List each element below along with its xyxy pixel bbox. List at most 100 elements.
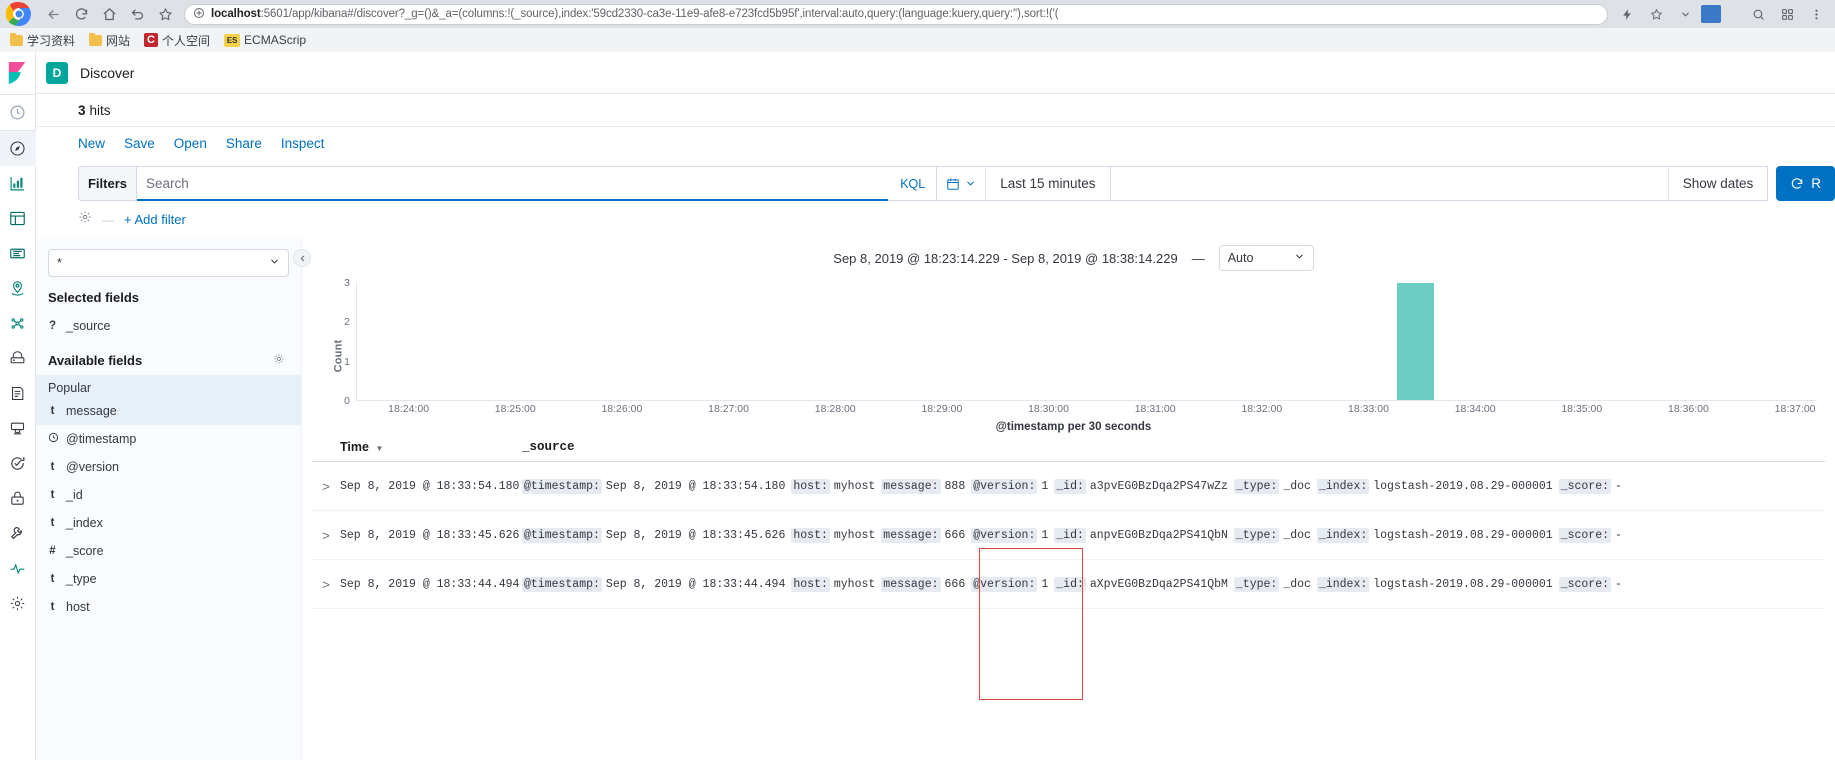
lightning-icon[interactable]: [1614, 2, 1640, 26]
field-item-score[interactable]: # _score: [36, 537, 301, 565]
bookmark-item[interactable]: 网站: [89, 32, 130, 49]
kv-value: myhost: [833, 479, 876, 493]
bookmarks-bar: 学习资料 网站 C 个人空间 ES ECMAScrip: [0, 28, 1835, 52]
collapse-sidebar-button[interactable]: [293, 249, 311, 267]
kv-pair: _id: a3pvEG0BzDqa2PS47wZz: [1054, 478, 1228, 494]
selected-fields-title: Selected fields: [48, 290, 140, 305]
discover-app-badge: D: [46, 61, 68, 84]
reload-icon[interactable]: [68, 2, 94, 26]
expand-row-icon[interactable]: >: [312, 577, 340, 592]
query-bar: Filters KQL Last 15 minutes Show dates: [36, 160, 1835, 201]
search-field-wrapper: KQL: [136, 166, 938, 201]
show-dates-button[interactable]: Show dates: [1667, 167, 1768, 200]
address-bar[interactable]: localhost:5601/app/kibana#/discover?_g=(…: [184, 3, 1608, 25]
recently-viewed-icon[interactable]: [0, 95, 36, 130]
field-item-source[interactable]: ? _source: [36, 312, 301, 340]
search-icon[interactable]: [1745, 2, 1771, 26]
kv-pair: _index: logstash-2019.08.29-000001: [1316, 576, 1553, 592]
field-item-message[interactable]: t message: [36, 397, 301, 425]
csdn-icon: C: [144, 33, 159, 47]
interval-select[interactable]: Auto: [1218, 245, 1314, 271]
kv-key: @version:: [971, 478, 1038, 494]
gear-icon[interactable]: [78, 210, 92, 229]
sidebar-item-dashboard[interactable]: [0, 201, 36, 236]
sidebar-item-dev-tools[interactable]: [0, 516, 36, 551]
sidebar-item-logs[interactable]: [0, 376, 36, 411]
sidebar-item-infrastructure[interactable]: [0, 341, 36, 376]
field-settings-gear-icon[interactable]: [273, 353, 285, 368]
add-filter-link[interactable]: + Add filter: [124, 212, 186, 227]
bookmark-star-icon[interactable]: [152, 2, 178, 26]
kql-toggle[interactable]: KQL: [889, 177, 936, 191]
plot-area: [356, 283, 1817, 401]
kv-pair: @version: 1: [971, 576, 1049, 592]
home-icon[interactable]: [96, 2, 122, 26]
filters-button[interactable]: Filters: [78, 166, 136, 201]
apps-grid-icon[interactable]: [1774, 2, 1800, 26]
bookmark-item[interactable]: C 个人空间: [144, 32, 210, 49]
table-row[interactable]: > Sep 8, 2019 @ 18:33:45.626 @timestamp:…: [312, 511, 1825, 560]
column-source[interactable]: _source: [522, 440, 1825, 454]
field-item-host[interactable]: t host: [36, 593, 301, 621]
field-item-index[interactable]: t _index: [36, 509, 301, 537]
refresh-update-button[interactable]: R: [1776, 166, 1835, 201]
kv-pair: host: myhost: [791, 527, 875, 543]
kv-key: @timestamp:: [522, 527, 602, 543]
field-item-type[interactable]: t _type: [36, 565, 301, 593]
new-link[interactable]: New: [78, 136, 105, 151]
kv-value: 1: [1041, 577, 1049, 591]
field-sidebar: * Selected fields ? _source Available fi…: [36, 239, 302, 760]
field-type-icon: t: [50, 517, 55, 529]
histogram-chart[interactable]: Count 3 2 1 0 18:24:00 18:25:00 18:26:00…: [312, 277, 1835, 433]
kv-pair: _index: logstash-2019.08.29-000001: [1316, 478, 1553, 494]
share-link[interactable]: Share: [226, 136, 262, 151]
sidebar-item-canvas[interactable]: [0, 236, 36, 271]
update-button-label: R: [1811, 176, 1821, 191]
sidebar-item-maps[interactable]: [0, 271, 36, 306]
calendar-quick-menu[interactable]: [937, 177, 985, 191]
x-tick: 18:27:00: [708, 403, 749, 415]
histogram-bar[interactable]: [1396, 283, 1434, 400]
time-range-label[interactable]: Last 15 minutes: [986, 176, 1109, 191]
sidebar-item-discover[interactable]: [0, 131, 36, 166]
sidebar-item-siem[interactable]: [0, 481, 36, 516]
kv-key: _type:: [1233, 527, 1280, 543]
extension-icon[interactable]: [1701, 5, 1721, 23]
field-label: _id: [66, 488, 83, 502]
kv-key: _type:: [1233, 478, 1280, 494]
chevron-down-icon[interactable]: [1672, 2, 1698, 26]
kv-pair: _type: _doc: [1233, 576, 1311, 592]
search-input[interactable]: [137, 167, 890, 200]
save-link[interactable]: Save: [124, 136, 155, 151]
field-item-id[interactable]: t _id: [36, 481, 301, 509]
sidebar-item-apm[interactable]: [0, 411, 36, 446]
kv-key: _index:: [1316, 478, 1370, 494]
bookmark-label: 网站: [106, 33, 131, 48]
sidebar-item-monitoring[interactable]: [0, 551, 36, 586]
bookmark-item[interactable]: 学习资料: [10, 32, 75, 49]
kv-pair: host: myhost: [791, 576, 875, 592]
sidebar-item-machine-learning[interactable]: [0, 306, 36, 341]
index-pattern-select[interactable]: *: [48, 249, 289, 277]
documents-table: Time ▼ _source > Sep 8, 2019 @ 18:33:54.…: [312, 440, 1835, 609]
sidebar-item-management[interactable]: [0, 586, 36, 621]
expand-row-icon[interactable]: >: [312, 528, 340, 543]
field-item-version[interactable]: t @version: [36, 453, 301, 481]
column-time[interactable]: Time ▼: [340, 440, 522, 454]
field-item-timestamp[interactable]: @timestamp: [36, 425, 301, 453]
kibana-logo[interactable]: [0, 52, 35, 94]
y-tick: 3: [344, 277, 350, 289]
bookmark-item[interactable]: ES ECMAScrip: [224, 33, 306, 47]
star-outline-icon[interactable]: [1643, 2, 1669, 26]
inspect-link[interactable]: Inspect: [281, 136, 325, 151]
sidebar-item-visualize[interactable]: [0, 166, 36, 201]
open-link[interactable]: Open: [174, 136, 207, 151]
sidebar-item-uptime[interactable]: [0, 446, 36, 481]
kv-pair: @version: 1: [971, 478, 1048, 494]
back-icon[interactable]: [40, 2, 66, 26]
table-row[interactable]: > Sep 8, 2019 @ 18:33:54.180 @timestamp:…: [312, 462, 1825, 511]
history-icon[interactable]: [124, 2, 150, 26]
more-menu-icon[interactable]: [1803, 2, 1829, 26]
expand-row-icon[interactable]: >: [312, 479, 340, 494]
table-row[interactable]: > Sep 8, 2019 @ 18:33:44.494 @timestamp:…: [312, 560, 1825, 609]
